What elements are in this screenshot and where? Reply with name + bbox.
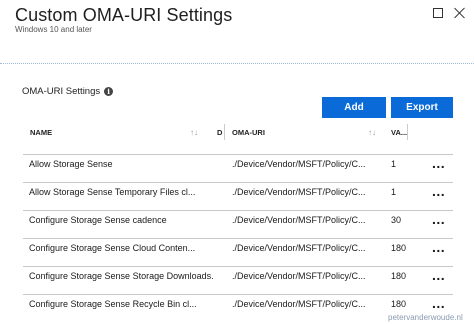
column-resizer[interactable] [407,124,408,140]
row-value: 1 [391,159,397,169]
row-value: 1 [391,187,397,197]
close-icon[interactable] [450,4,468,22]
row-oma-uri: ./Device/Vendor/MSFT/Policy/C... [232,243,366,253]
row-name: Allow Storage Sense Temporary Files cl..… [29,187,196,197]
header-divider [0,63,474,64]
page-subtitle: Windows 10 and later [15,25,92,34]
row-name: Configure Storage Sense cadence [29,215,167,225]
table-row[interactable]: Configure Storage Sense Cloud Conten... … [23,238,453,259]
export-button[interactable]: Export [391,97,453,118]
row-name: Configure Storage Sense Recycle Bin cl..… [29,299,197,309]
more-actions-icon[interactable]: ... [432,295,445,311]
row-oma-uri: ./Device/Vendor/MSFT/Policy/C... [232,215,366,225]
watermark: petervanderwoude.nl [388,313,463,322]
row-name: Allow Storage Sense [29,159,113,169]
maximize-icon[interactable] [429,4,447,22]
row-name: Configure Storage Sense Cloud Conten... [29,243,196,253]
row-oma-uri: ./Device/Vendor/MSFT/Policy/C... [232,159,366,169]
row-value: 30 [391,215,402,225]
add-button[interactable]: Add [322,97,386,118]
row-value: 180 [391,299,407,309]
table-row[interactable]: Configure Storage Sense cadence ./Device… [23,210,453,231]
section-label: OMA-URI Settings [22,86,101,97]
column-resizer[interactable] [224,124,225,140]
row-oma-uri: ./Device/Vendor/MSFT/Policy/C... [232,299,366,309]
sort-icon[interactable]: ↑↓ [190,124,198,140]
row-value: 180 [391,243,407,253]
more-actions-icon[interactable]: ... [432,267,445,283]
more-actions-icon[interactable]: ... [432,155,445,171]
info-icon[interactable]: i [104,87,114,96]
row-oma-uri: ./Device/Vendor/MSFT/Policy/C... [232,271,366,281]
table-row[interactable]: Allow Storage Sense ./Device/Vendor/MSFT… [23,154,453,175]
more-actions-icon[interactable]: ... [432,239,445,255]
table-row[interactable]: Allow Storage Sense Temporary Files cl..… [23,182,453,203]
table-row[interactable]: Configure Storage Sense Storage Download… [23,266,453,287]
more-actions-icon[interactable]: ... [432,211,445,227]
row-oma-uri: ./Device/Vendor/MSFT/Policy/C... [232,187,366,197]
sort-icon[interactable]: ↑↓ [368,124,376,140]
section-heading: OMA-URI Settings i [22,86,114,97]
column-header-oma-uri[interactable]: OMA-URI [232,124,265,140]
column-header-description[interactable]: D [217,124,222,140]
column-header-value[interactable]: VA... [391,124,407,140]
blade-header: Custom OMA-URI Settings Windows 10 and l… [0,0,474,60]
column-header-name[interactable]: NAME [30,124,52,140]
row-value: 180 [391,271,407,281]
more-actions-icon[interactable]: ... [432,183,445,199]
table-row[interactable]: Configure Storage Sense Recycle Bin cl..… [23,294,453,315]
row-name: Configure Storage Sense Storage Download… [29,271,214,281]
page-title: Custom OMA-URI Settings [15,5,233,25]
